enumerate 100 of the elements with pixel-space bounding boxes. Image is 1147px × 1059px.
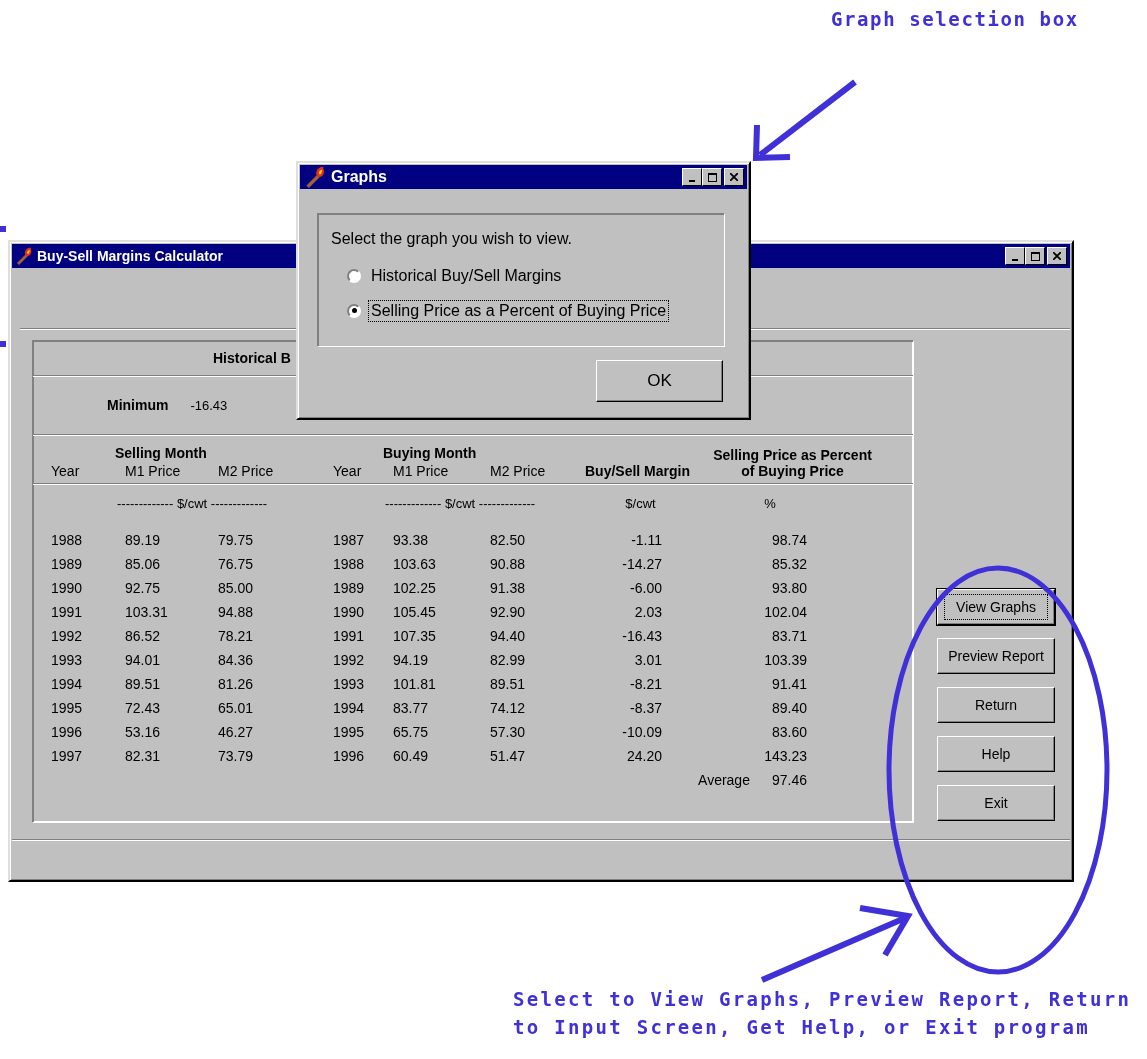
table-cell-text: 98.74: [770, 532, 808, 550]
table-cell-text: 81.26: [218, 676, 255, 694]
option-label[interactable]: Selling Price as a Percent of Buying Price: [370, 301, 668, 320]
table-cell-text: 91.41: [770, 676, 808, 694]
close-button[interactable]: [1047, 247, 1067, 265]
torch-icon: [15, 247, 33, 265]
table-cell-text: -6.00: [629, 580, 663, 598]
table-cell-text: 94.19: [393, 652, 430, 670]
table-cell-text: 1993: [50, 652, 84, 670]
table-cell-text: 53.16: [125, 724, 162, 742]
maximize-button[interactable]: [1025, 247, 1045, 265]
table-cell-text: 83.77: [393, 700, 430, 718]
maximize-icon: [707, 173, 717, 182]
unit-label: %: [763, 496, 777, 513]
minimum-value: -16.43: [190, 397, 228, 413]
callout-text: to Input Screen, Get Help, or Exit program: [513, 1016, 1092, 1038]
table-cell-text: 92.90: [490, 604, 527, 622]
table-cell-text: 85.06: [125, 556, 162, 574]
table-cell-text: 78.21: [218, 628, 255, 646]
table-cell-text: 84.36: [218, 652, 255, 670]
table-cell-text: 91.38: [490, 580, 527, 598]
table-cell-text: 82.31: [125, 748, 162, 766]
action-button[interactable]: Return: [937, 687, 1055, 723]
minimize-button[interactable]: [682, 168, 702, 186]
group-heading: Buying Month: [383, 445, 478, 461]
table-cell-text: 2.03: [633, 604, 663, 622]
table-cell-text: 103.63: [393, 556, 437, 574]
table-cell-text: 1991: [332, 628, 366, 646]
table-cell-text: 1995: [50, 700, 84, 718]
table-cell-text: 1987: [332, 532, 366, 550]
table-cell-text: -10.09: [621, 724, 663, 742]
group-heading: Selling Month: [115, 445, 208, 461]
table-cell-text: 89.51: [490, 676, 527, 694]
panel-heading: Historical B: [213, 350, 291, 366]
column-header: M2 Price: [218, 463, 275, 479]
table-cell-text: 85.00: [218, 580, 255, 598]
table-cell-text: 93.38: [393, 532, 430, 550]
action-button[interactable]: Preview Report: [937, 638, 1055, 674]
action-button[interactable]: View Graphs: [937, 589, 1055, 625]
table-cell-text: 85.32: [770, 556, 808, 574]
bracket-mark: [0, 341, 6, 347]
column-header: M1 Price: [393, 463, 450, 479]
table-cell-text: 89.40: [770, 700, 808, 718]
table-cell-text: 1992: [332, 652, 366, 670]
maximize-icon: [1030, 252, 1040, 261]
table-cell-text: 57.30: [490, 724, 527, 742]
table-cell-text: 1989: [332, 580, 366, 598]
table-cell-text: 103.39: [763, 652, 808, 670]
column-header: Year: [332, 463, 363, 479]
table-cell-text: 51.47: [490, 748, 527, 766]
table-cell-text: 93.80: [770, 580, 808, 598]
table-cell-text: 143.23: [763, 748, 808, 766]
option-label[interactable]: Historical Buy/Sell Margins: [370, 266, 563, 285]
column-header: Buy/Sell Margin: [584, 463, 691, 479]
minimize-icon: [1012, 259, 1018, 261]
average-label: Average: [698, 772, 750, 790]
minimum-label: Minimum: [107, 397, 169, 413]
table-cell-text: -8.37: [629, 700, 663, 718]
table-cell-text: 83.60: [770, 724, 808, 742]
table-cell-text: 46.27: [218, 724, 255, 742]
callout-text: Select to View Graphs, Preview Report, Return: [513, 988, 1132, 1010]
table-cell-text: 83.71: [770, 628, 808, 646]
radio-button[interactable]: [347, 303, 361, 318]
radio-button[interactable]: [347, 268, 361, 283]
callout-text: Graph selection box: [831, 8, 1079, 30]
table-cell-text: 82.50: [490, 532, 527, 550]
table-cell-text: -8.21: [629, 676, 663, 694]
column-header: M2 Price: [490, 463, 547, 479]
action-button[interactable]: Help: [937, 736, 1055, 772]
ok-button[interactable]: OK: [596, 360, 723, 402]
table-cell-text: 24.20: [625, 748, 663, 766]
maximize-button[interactable]: [702, 168, 722, 186]
table-cell-text: 105.45: [393, 604, 437, 622]
table-cell-text: 102.25: [393, 580, 437, 598]
table-cell-text: 73.79: [218, 748, 255, 766]
table-cell-text: 101.81: [393, 676, 437, 694]
table-cell-text: 82.99: [490, 652, 527, 670]
dialog-title: Graphs: [331, 168, 387, 186]
unit-label: ------------- $/cwt -------------: [117, 496, 269, 513]
table-cell-text: 92.75: [125, 580, 162, 598]
table-cell-text: 1989: [50, 556, 84, 574]
table-cell-text: 107.35: [393, 628, 437, 646]
table-cell-text: 1996: [332, 748, 366, 766]
table-cell-text: 1994: [332, 700, 366, 718]
action-button[interactable]: Exit: [937, 785, 1055, 821]
table-cell-text: 65.01: [218, 700, 255, 718]
table-cell-text: 1997: [50, 748, 84, 766]
minimize-button[interactable]: [1005, 247, 1025, 265]
table-cell-text: 90.88: [490, 556, 527, 574]
unit-label: $/cwt: [624, 496, 657, 513]
table-cell-text: 74.12: [490, 700, 527, 718]
table-cell-text: 1992: [50, 628, 84, 646]
window-title: Buy-Sell Margins Calculator: [37, 248, 223, 264]
table-cell-text: 65.75: [393, 724, 430, 742]
close-button[interactable]: [724, 168, 744, 186]
table-cell-text: -16.43: [621, 628, 663, 646]
table-cell-text: 1994: [50, 676, 84, 694]
table-cell-text: 94.40: [490, 628, 527, 646]
table-cell-text: 3.01: [633, 652, 663, 670]
column-header: Selling Price as Percent of Buying Price: [712, 447, 873, 479]
